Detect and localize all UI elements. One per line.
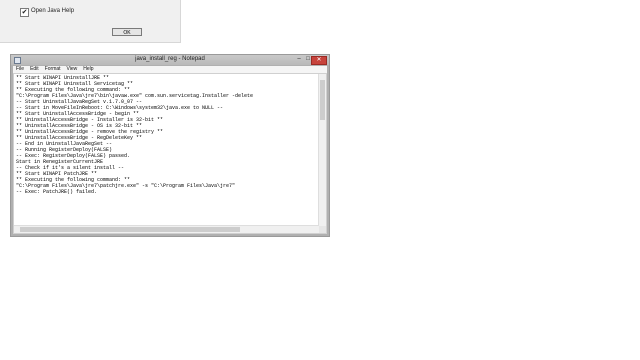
vertical-scroll-thumb[interactable] <box>320 80 325 120</box>
menu-bar: File Edit Format View Help <box>13 66 327 73</box>
menu-help[interactable]: Help <box>83 66 93 73</box>
horizontal-scrollbar[interactable] <box>14 225 319 233</box>
menu-format[interactable]: Format <box>45 66 61 73</box>
text-editor[interactable]: ** Start WINAPI UninstallJRE ** ** Start … <box>13 73 327 234</box>
title-bar[interactable]: java_install_reg - Notepad – □ ✕ <box>11 55 329 65</box>
menu-edit[interactable]: Edit <box>30 66 39 73</box>
minimize-button[interactable]: – <box>295 56 303 63</box>
vertical-scrollbar[interactable] <box>318 74 326 226</box>
open-java-help-checkbox[interactable]: ✔ <box>20 8 29 17</box>
window-title: java_install_reg - Notepad <box>135 56 205 62</box>
menu-file[interactable]: File <box>16 66 24 73</box>
close-button[interactable]: ✕ <box>311 56 327 65</box>
editor-text[interactable]: ** Start WINAPI UninstallJRE ** ** Start … <box>16 75 316 226</box>
horizontal-scroll-thumb[interactable] <box>20 227 240 232</box>
text-line: -- Exec: PatchJRE() failed. <box>16 189 98 195</box>
ok-button[interactable]: OK <box>112 28 142 36</box>
notepad-window: java_install_reg - Notepad – □ ✕ File Ed… <box>10 54 330 237</box>
java-install-dialog: ✔ Open Java Help OK <box>0 0 181 43</box>
scrollbar-corner <box>319 226 326 233</box>
open-java-help-label: Open Java Help <box>31 8 75 14</box>
menu-view[interactable]: View <box>67 66 78 73</box>
